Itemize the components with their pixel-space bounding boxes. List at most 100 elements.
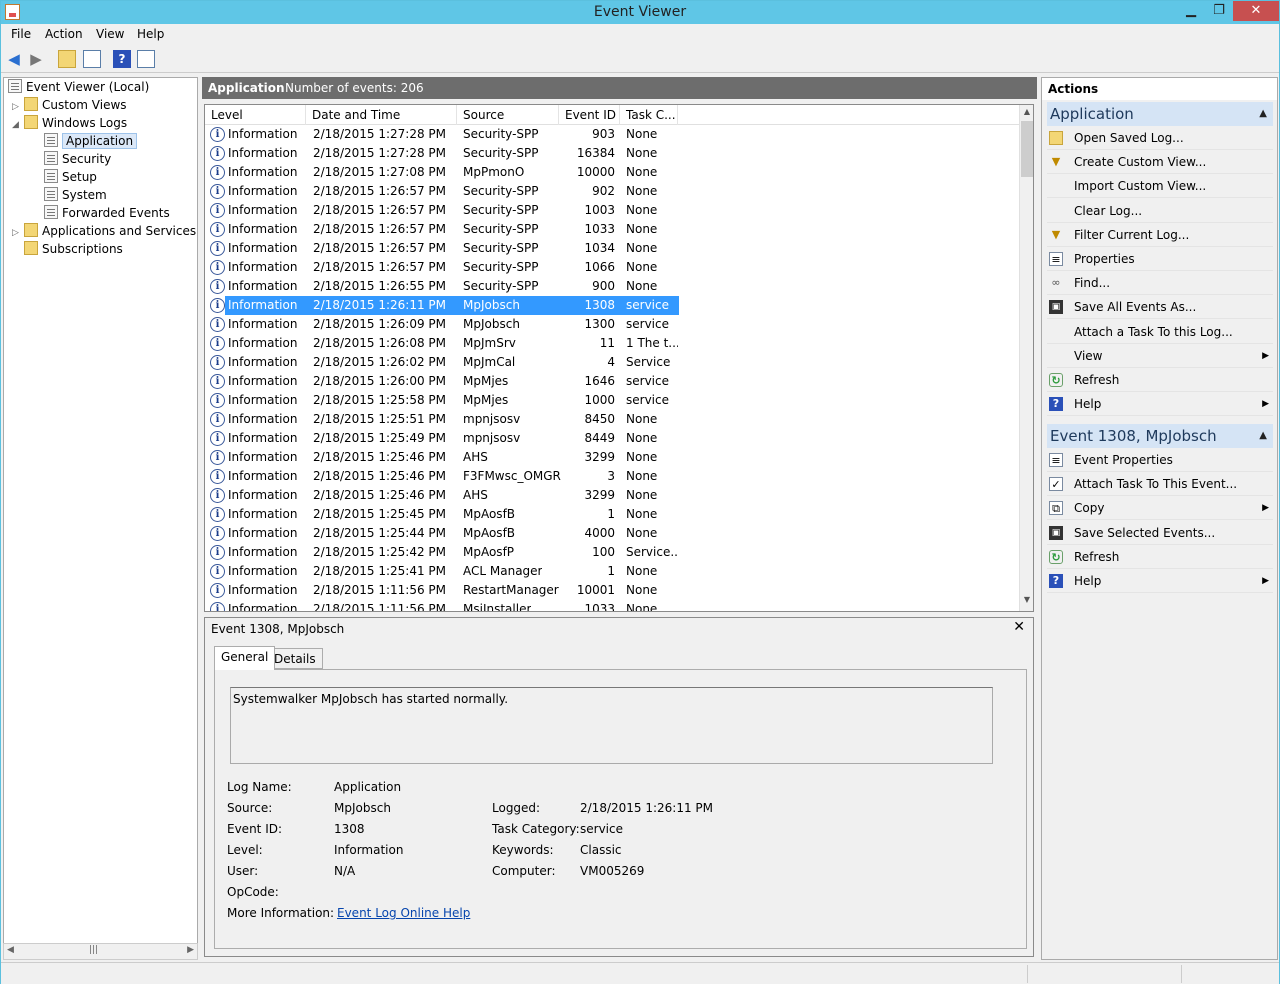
table-row[interactable]: i Information 2/18/2015 1:26:57 PM Security… <box>205 258 679 277</box>
action-refresh[interactable]: ↻ Refresh <box>1047 545 1273 569</box>
scroll-left-icon[interactable]: ◀ <box>7 945 14 955</box>
action-filter-current-log[interactable]: ▼ Filter Current Log... <box>1047 223 1273 247</box>
expand-arrow-icon[interactable]: ▷ <box>12 224 24 242</box>
tab-general[interactable]: General <box>214 646 276 670</box>
action-import-custom-view[interactable]: Import Custom View... <box>1047 174 1273 199</box>
cell-level: Information <box>228 602 298 612</box>
table-row[interactable]: i Information 2/18/2015 1:26:57 PM Security… <box>205 239 679 258</box>
column-header-source[interactable]: Source <box>457 105 559 125</box>
table-row[interactable]: i Information 2/18/2015 1:27:28 PM Security… <box>205 144 679 163</box>
show-hide-action-pane-icon[interactable] <box>137 50 155 68</box>
table-row[interactable]: i Information 2/18/2015 1:26:09 PM MpJobsch… <box>205 315 679 334</box>
table-row[interactable]: i Information 2/18/2015 1:25:46 PM F3FMwsc_… <box>205 467 679 486</box>
tree-item-subscriptions[interactable]: Subscriptions <box>24 240 123 258</box>
menu-action[interactable]: Action <box>45 27 83 41</box>
table-row[interactable]: i Information 2/18/2015 1:26:02 PM MpJmCal 4… <box>205 353 679 372</box>
minimize-button[interactable]: ▁ <box>1177 1 1205 21</box>
action-help[interactable]: ? Help ▶ <box>1047 569 1273 593</box>
column-header-task-category[interactable]: Task C... <box>620 105 678 125</box>
scroll-down-icon[interactable]: ▼ <box>1020 595 1033 604</box>
table-row[interactable]: i Information 2/18/2015 1:11:56 PM RestartM… <box>205 581 679 600</box>
event-list-scrollbar[interactable]: ▲ ▼ <box>1019 105 1033 611</box>
action-attach-a-task-to-this-log[interactable]: Attach a Task To this Log... <box>1047 320 1273 344</box>
tree-item-apps-services[interactable]: ▷ Applications and Services Lo <box>12 222 197 242</box>
tree-item-windows-logs[interactable]: ◢ Windows Logs <box>12 114 127 132</box>
scroll-up-icon[interactable]: ▲ <box>1020 107 1033 116</box>
event-log-online-help-link[interactable]: Event Log Online Help <box>337 906 470 920</box>
cell-source: MpMjes <box>463 393 509 407</box>
table-row[interactable]: i Information 2/18/2015 1:26:00 PM MpMjes 16… <box>205 372 679 391</box>
action-event-properties[interactable]: ≡ Event Properties <box>1047 448 1273 472</box>
collapse-arrow-icon[interactable]: ◢ <box>12 116 24 134</box>
table-row[interactable]: i Information 2/18/2015 1:25:49 PM mpnjsosv… <box>205 429 679 448</box>
cell-level: Information <box>228 203 298 217</box>
refresh-icon: ↻ <box>1049 549 1063 564</box>
column-header-date[interactable]: Date and Time <box>306 105 457 125</box>
tree-item-custom-views[interactable]: ▷ Custom Views <box>12 96 127 114</box>
table-row[interactable]: i Information 2/18/2015 1:25:44 PM MpAosfB 4… <box>205 524 679 543</box>
show-hide-tree-icon[interactable] <box>83 50 101 68</box>
table-row[interactable]: i Information 2/18/2015 1:25:51 PM mpnjsosv… <box>205 410 679 429</box>
scroll-thumb[interactable] <box>1021 121 1033 177</box>
table-row[interactable]: i Information 2/18/2015 1:25:46 PM AHS 3299 N… <box>205 486 679 505</box>
table-row[interactable]: i Information 2/18/2015 1:25:46 PM AHS 3299 N… <box>205 448 679 467</box>
table-row[interactable]: i Information 2/18/2015 1:26:57 PM Security… <box>205 220 679 239</box>
tree-item-setup[interactable]: Setup <box>44 168 97 186</box>
table-row[interactable]: i Information 2/18/2015 1:11:56 PM MsiInsta… <box>205 600 679 612</box>
action-copy[interactable]: ⧉ Copy ▶ <box>1047 496 1273 521</box>
table-row[interactable]: i Information 2/18/2015 1:26:08 PM MpJmSrv 1… <box>205 334 679 353</box>
forward-icon[interactable]: ▶ <box>27 50 45 68</box>
tree-horizontal-scrollbar[interactable]: ◀ ||| ▶ <box>3 943 198 960</box>
back-icon[interactable]: ◀ <box>5 50 23 68</box>
action-properties[interactable]: ≡ Properties <box>1047 247 1273 271</box>
action-create-custom-view[interactable]: ▼ Create Custom View... <box>1047 150 1273 175</box>
cell-level: Information <box>228 127 298 141</box>
tree-item-security[interactable]: Security <box>44 150 111 168</box>
table-row[interactable]: i Information 2/18/2015 1:26:55 PM Security… <box>205 277 679 296</box>
tree-item-application[interactable]: Application <box>44 132 138 150</box>
scroll-right-icon[interactable]: ▶ <box>187 945 194 955</box>
action-view[interactable]: View ▶ <box>1047 344 1273 368</box>
table-row[interactable]: i Information 2/18/2015 1:25:45 PM MpAosfB 1… <box>205 505 679 524</box>
menu-help[interactable]: Help <box>137 27 164 41</box>
table-row[interactable]: i Information 2/18/2015 1:25:58 PM MpMjes 10… <box>205 391 679 410</box>
action-refresh[interactable]: ↻ Refresh <box>1047 368 1273 392</box>
table-row[interactable]: i Information 2/18/2015 1:26:57 PM Security… <box>205 201 679 220</box>
column-header-event-id[interactable]: Event ID <box>559 105 620 125</box>
help-icon[interactable]: ? <box>113 50 131 68</box>
actions-section-event[interactable]: Event 1308, MpJobsch ▲ <box>1047 424 1273 448</box>
action-find[interactable]: ∞ Find... <box>1047 271 1273 296</box>
table-row-selected[interactable]: i Information 2/18/2015 1:26:11 PM MpJobsch… <box>210 296 679 315</box>
collapse-section-icon[interactable]: ▲ <box>1259 102 1267 126</box>
tab-details[interactable]: Details <box>267 648 323 669</box>
information-icon: i <box>210 564 225 579</box>
action-clear-log[interactable]: Clear Log... <box>1047 199 1273 223</box>
table-row[interactable]: i Information 2/18/2015 1:25:41 PM ACL Mana… <box>205 562 679 581</box>
cell-date: 2/18/2015 1:26:00 PM <box>313 374 447 388</box>
action-label: Save Selected Events... <box>1074 525 1216 540</box>
menu-file[interactable]: File <box>11 27 31 41</box>
action-save-all-events-as[interactable]: ▣ Save All Events As... <box>1047 295 1273 320</box>
column-header-level[interactable]: Level <box>205 105 306 125</box>
action-attach-task-to-this-event[interactable]: ✓ Attach Task To This Event... <box>1047 472 1273 497</box>
tree-item-forwarded-events[interactable]: Forwarded Events <box>44 204 170 222</box>
table-row[interactable]: i Information 2/18/2015 1:26:57 PM Security… <box>205 182 679 201</box>
actions-section-application[interactable]: Application ▲ <box>1047 102 1273 126</box>
collapse-section-icon[interactable]: ▲ <box>1259 424 1267 448</box>
action-open-saved-log[interactable]: Open Saved Log... <box>1047 126 1273 150</box>
event-viewer-icon <box>8 79 22 93</box>
cell-source: MpJobsch <box>463 298 520 312</box>
table-row[interactable]: i Information 2/18/2015 1:27:28 PM Security… <box>205 125 679 144</box>
menu-view[interactable]: View <box>96 27 124 41</box>
close-detail-icon[interactable]: ✕ <box>1013 619 1025 635</box>
restore-button[interactable]: ❐ <box>1205 1 1233 21</box>
tree-item-system[interactable]: System <box>44 186 107 204</box>
cell-date: 2/18/2015 1:26:02 PM <box>313 355 447 369</box>
close-window-button[interactable]: ✕ <box>1233 1 1279 21</box>
table-row[interactable]: i Information 2/18/2015 1:27:08 PM MpPmonO 1… <box>205 163 679 182</box>
tree-item-root[interactable]: Event Viewer (Local) <box>8 78 149 96</box>
action-help[interactable]: ? Help ▶ <box>1047 392 1273 417</box>
action-save-selected-events[interactable]: ▣ Save Selected Events... <box>1047 521 1273 545</box>
up-folder-icon[interactable] <box>58 50 76 68</box>
table-row[interactable]: i Information 2/18/2015 1:25:42 PM MpAosfP 1… <box>205 543 679 562</box>
